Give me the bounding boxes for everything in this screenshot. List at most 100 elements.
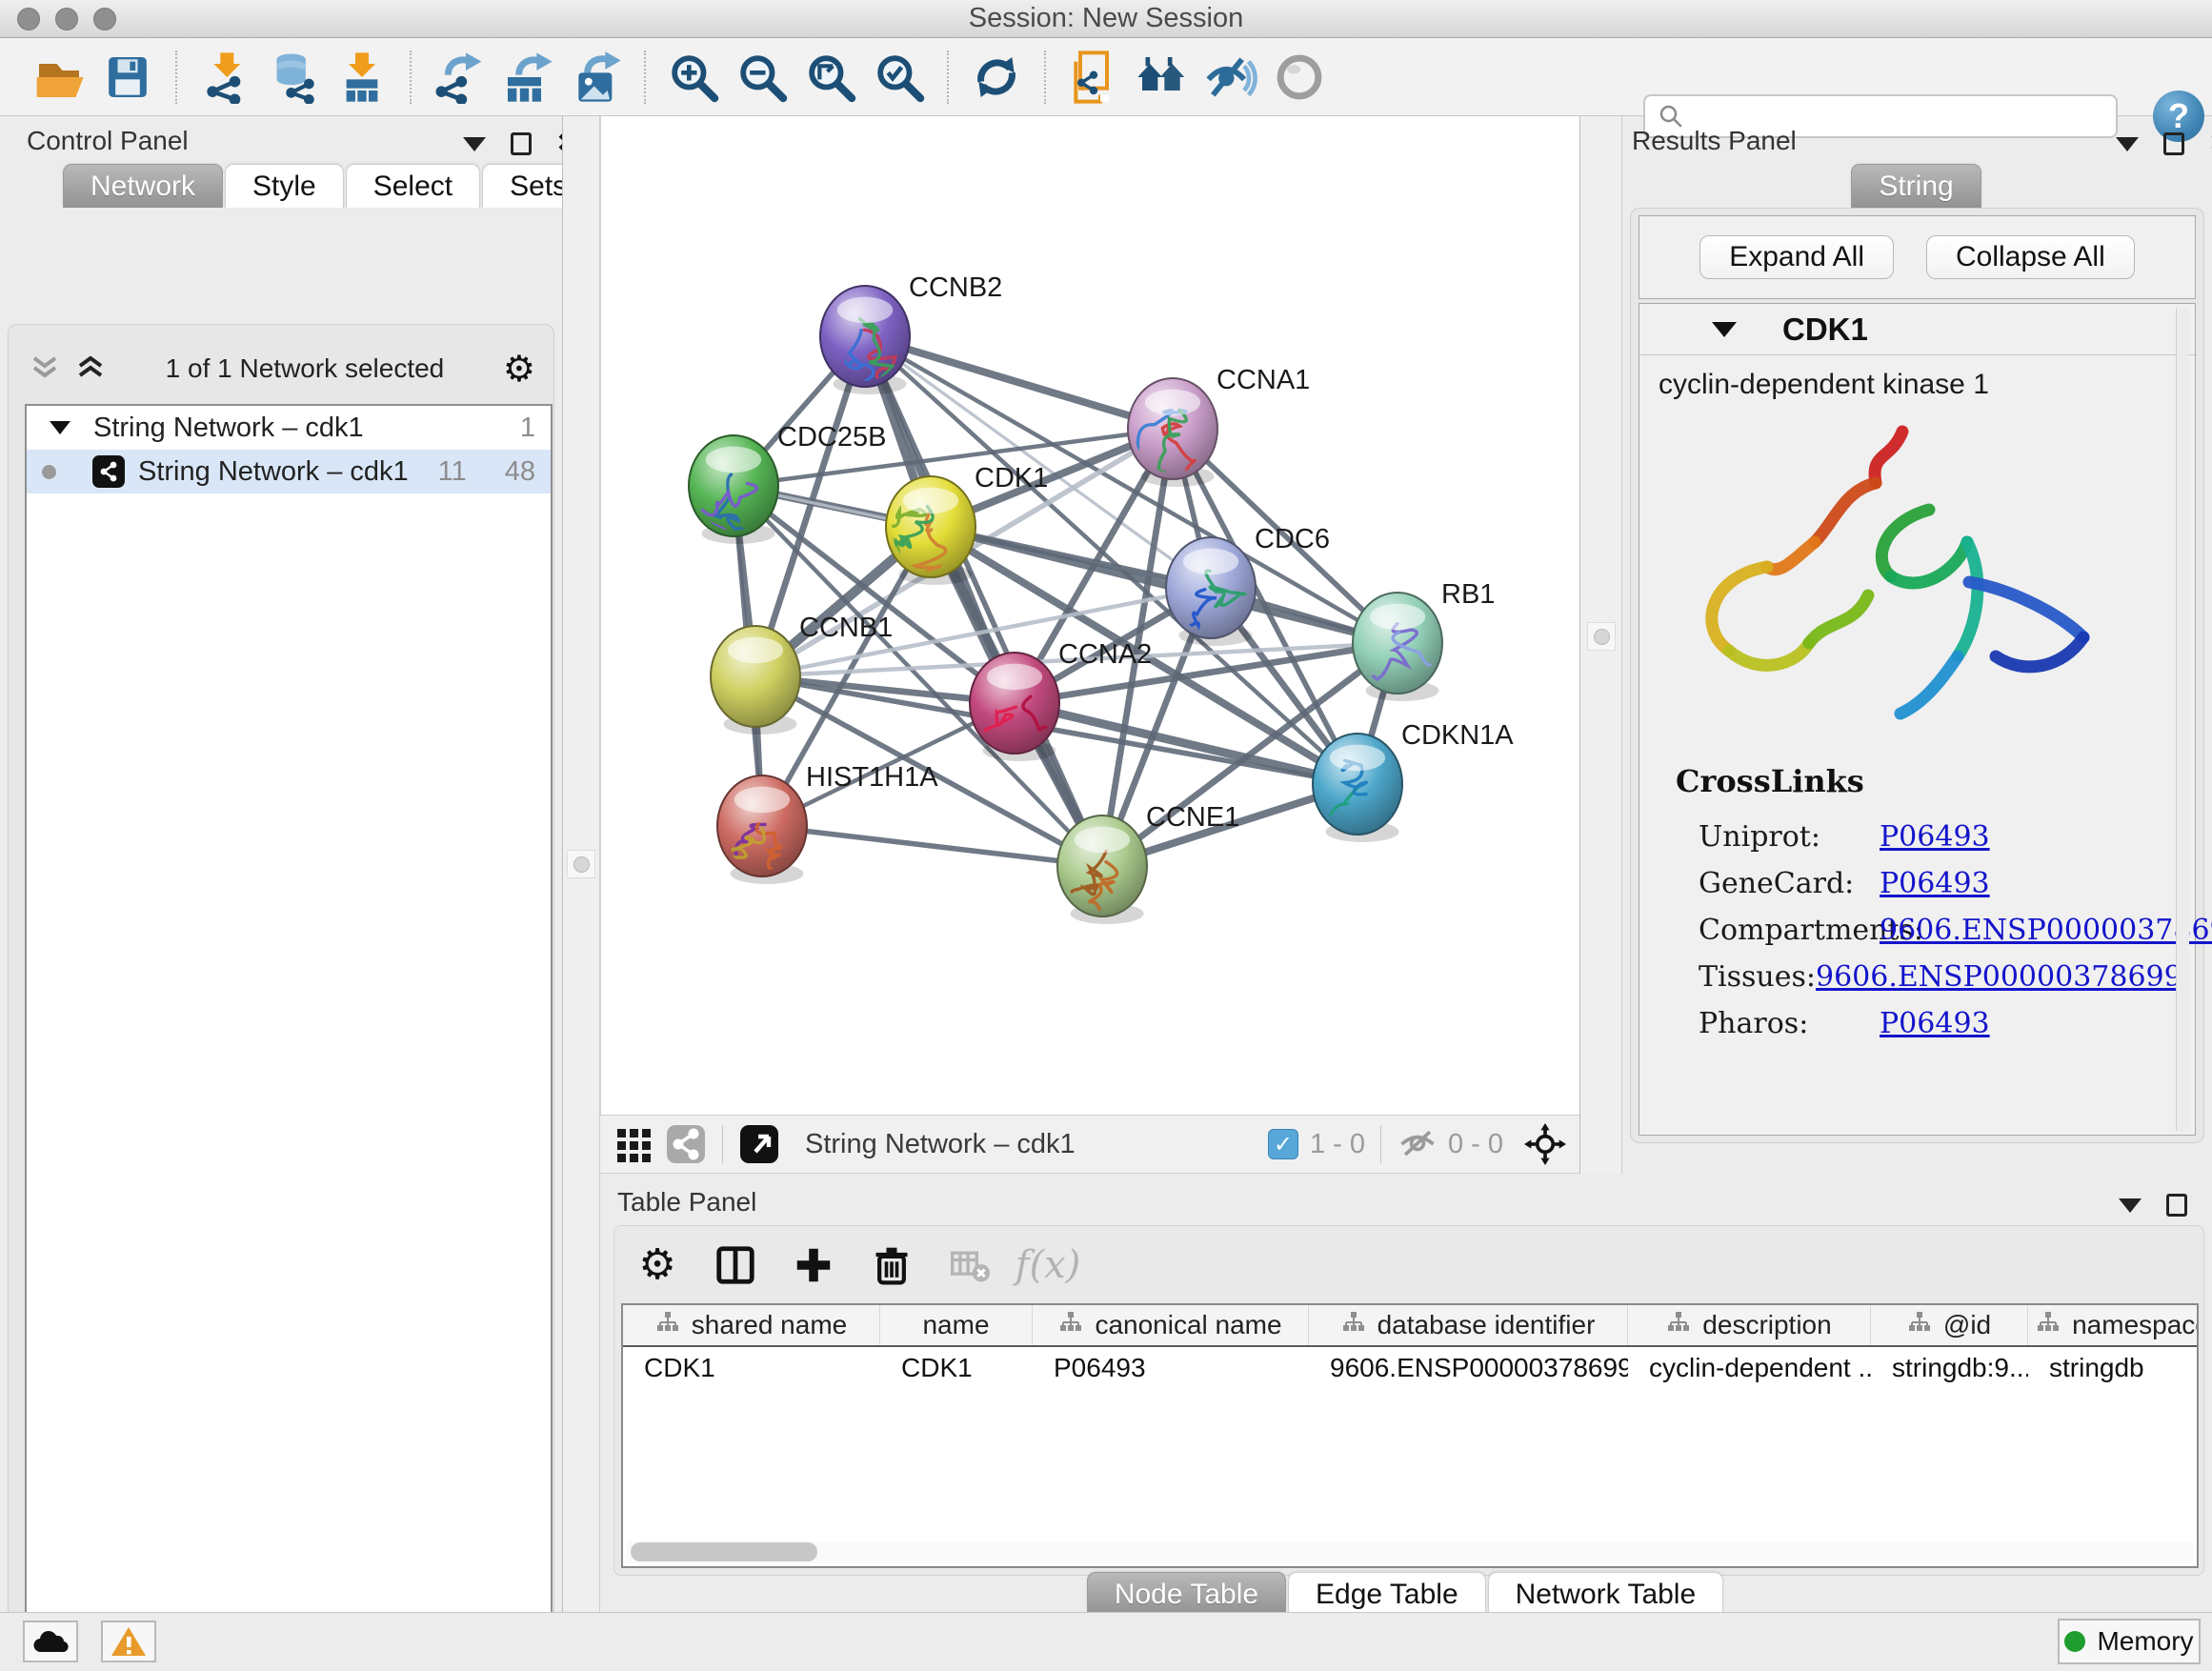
node-label: CCNA1	[1217, 365, 1310, 395]
node-CCNB2[interactable]: CCNB2	[820, 272, 1002, 406]
crosslink-link[interactable]: P06493	[1880, 867, 1990, 900]
tab-node-table[interactable]: Node Table	[1087, 1572, 1286, 1616]
node-CCNE1[interactable]: CCNE1	[1057, 802, 1239, 924]
home-button[interactable]	[1128, 45, 1196, 110]
expand-all-button[interactable]: Expand All	[1699, 235, 1894, 279]
crosslink-link[interactable]: 9606.ENSP00000378699	[1816, 960, 2182, 994]
node-CDC25B[interactable]: CDC25B	[689, 422, 886, 552]
split-columns-icon[interactable]	[711, 1240, 760, 1290]
table-cell[interactable]: stringdb	[2028, 1353, 2199, 1383]
network-type-icon	[92, 455, 125, 488]
selected-checkbox-icon[interactable]: ✓	[1268, 1129, 1298, 1159]
results-scrollbar[interactable]	[2176, 308, 2189, 1131]
column-header-canonical-name[interactable]: canonical name	[1033, 1305, 1309, 1345]
node-HIST1H1A[interactable]: HIST1H1A	[711, 762, 939, 891]
cdk1-section-header[interactable]: CDK1	[1639, 304, 2195, 355]
crosslink-link[interactable]: 9606.ENSP00000378699	[1880, 914, 2212, 947]
table-cell[interactable]: 9606.ENSP00000378699	[1309, 1353, 1628, 1383]
table-cell[interactable]: CDK1	[623, 1353, 880, 1383]
table-cell[interactable]: CDK1	[880, 1353, 1033, 1383]
cloud-button[interactable]	[23, 1621, 78, 1662]
export-table-button[interactable]	[493, 45, 562, 110]
hidden-eye-icon[interactable]	[1397, 1123, 1438, 1165]
column-header-shared-name[interactable]: shared name	[623, 1305, 880, 1345]
toolbar-separator	[1044, 50, 1046, 104]
warning-button[interactable]	[101, 1621, 156, 1662]
disclosure-triangle-icon[interactable]	[1712, 322, 1737, 337]
table-cell[interactable]: stringdb:9...	[1871, 1353, 2028, 1383]
grid-view-icon[interactable]	[613, 1123, 655, 1165]
results-panel: Results Panel ✖ String Expand All Collap…	[1622, 116, 2212, 1157]
table-cell[interactable]: P06493	[1033, 1353, 1309, 1383]
zoom-in-button[interactable]	[659, 45, 728, 110]
table-row[interactable]: CDK1CDK1P064939606.ENSP00000378699cyclin…	[623, 1347, 2197, 1389]
edge-HIST1H1A-CCNE1[interactable]	[762, 826, 1102, 866]
refresh-button[interactable]	[962, 45, 1031, 110]
expand-all-networks-icon[interactable]	[74, 351, 107, 388]
tab-network[interactable]: Network	[63, 164, 223, 208]
tab-network-table[interactable]: Network Table	[1488, 1572, 1724, 1616]
panel-float-icon[interactable]	[2163, 132, 2184, 155]
column-header-name[interactable]: name	[880, 1305, 1033, 1345]
panel-menu-icon[interactable]	[2119, 1198, 2142, 1213]
memory-button[interactable]: Memory	[2058, 1619, 2201, 1664]
network-row[interactable]: String Network – cdk1 11 48	[27, 450, 551, 493]
zoom-out-button[interactable]	[728, 45, 796, 110]
left-splitter-handle[interactable]	[567, 850, 595, 878]
network-collection-row[interactable]: String Network – cdk1 1	[27, 406, 551, 450]
panel-float-icon[interactable]	[2166, 1194, 2187, 1217]
tab-string[interactable]: String	[1851, 164, 1981, 208]
crosslink-row: Pharos:P06493	[1699, 1007, 2156, 1040]
crosshair-icon[interactable]	[1524, 1123, 1566, 1165]
left-splitter[interactable]	[562, 116, 600, 1612]
collapse-all-networks-icon[interactable]	[29, 351, 61, 388]
detach-view-icon[interactable]	[738, 1123, 780, 1165]
node-RB1[interactable]: RB1	[1353, 579, 1495, 701]
column-header-namespace[interactable]: namespace	[2028, 1305, 2199, 1345]
add-column-icon[interactable]	[789, 1240, 838, 1290]
node-CDK1[interactable]: CDK1	[876, 463, 1048, 585]
open-session-button[interactable]	[25, 45, 93, 110]
tab-edge-table[interactable]: Edge Table	[1288, 1572, 1486, 1616]
right-splitter-handle[interactable]	[1587, 622, 1616, 651]
gray-eye-button[interactable]	[1265, 45, 1334, 110]
node-CCNA1[interactable]: CCNA1	[1113, 365, 1310, 494]
memory-label: Memory	[2097, 1626, 2193, 1657]
node-CDKN1A[interactable]: CDKN1A	[1297, 720, 1515, 849]
collapse-all-button[interactable]: Collapse All	[1926, 235, 2135, 279]
gear-icon[interactable]: ⚙	[633, 1240, 682, 1290]
network-canvas[interactable]: CCNB2CCNA1CDC25BCDK1CDC6RB1CCNB1CCNA2CDK…	[600, 116, 1579, 1115]
disclosure-triangle-icon[interactable]	[50, 421, 70, 434]
column-header-description[interactable]: description	[1628, 1305, 1871, 1345]
export-image-button[interactable]	[562, 45, 631, 110]
gear-icon[interactable]: ⚙	[503, 351, 535, 387]
eye-slash-button[interactable]	[1196, 45, 1265, 110]
import-network-button[interactable]	[191, 45, 259, 110]
tab-style[interactable]: Style	[225, 164, 344, 208]
tab-select[interactable]: Select	[346, 164, 480, 208]
panel-menu-icon[interactable]	[2116, 137, 2139, 151]
zoom-selected-button[interactable]	[865, 45, 934, 110]
crosslink-link[interactable]: P06493	[1880, 820, 1990, 854]
column-header-database-identifier[interactable]: database identifier	[1309, 1305, 1628, 1345]
import-table-button[interactable]	[328, 45, 396, 110]
share-view-icon[interactable]	[665, 1123, 707, 1165]
share-document-button[interactable]	[1059, 45, 1128, 110]
scrollbar-thumb[interactable]	[631, 1542, 817, 1561]
column-header-@id[interactable]: @id	[1871, 1305, 2028, 1345]
zoom-fit-button[interactable]	[796, 45, 865, 110]
edge-CCNB2-CCNA1[interactable]	[865, 336, 1173, 429]
panel-float-icon[interactable]	[511, 132, 532, 155]
right-splitter[interactable]	[1579, 116, 1622, 1174]
export-network-button[interactable]	[425, 45, 493, 110]
table-horizontal-scrollbar[interactable]	[627, 1541, 2193, 1562]
table-cell[interactable]: cyclin-dependent ...	[1628, 1353, 1871, 1383]
save-session-button[interactable]	[93, 45, 162, 110]
panel-menu-icon[interactable]	[463, 137, 486, 151]
network-list: String Network – cdk1 1 String Network –…	[25, 404, 553, 1671]
import-database-button[interactable]	[259, 45, 328, 110]
string-network-graph[interactable]: CCNB2CCNA1CDC25BCDK1CDC6RB1CCNB1CCNA2CDK…	[601, 116, 1580, 1115]
crosslink-link[interactable]: P06493	[1880, 1007, 1990, 1040]
node-label: CCNA2	[1058, 639, 1152, 670]
trash-icon[interactable]	[867, 1240, 916, 1290]
